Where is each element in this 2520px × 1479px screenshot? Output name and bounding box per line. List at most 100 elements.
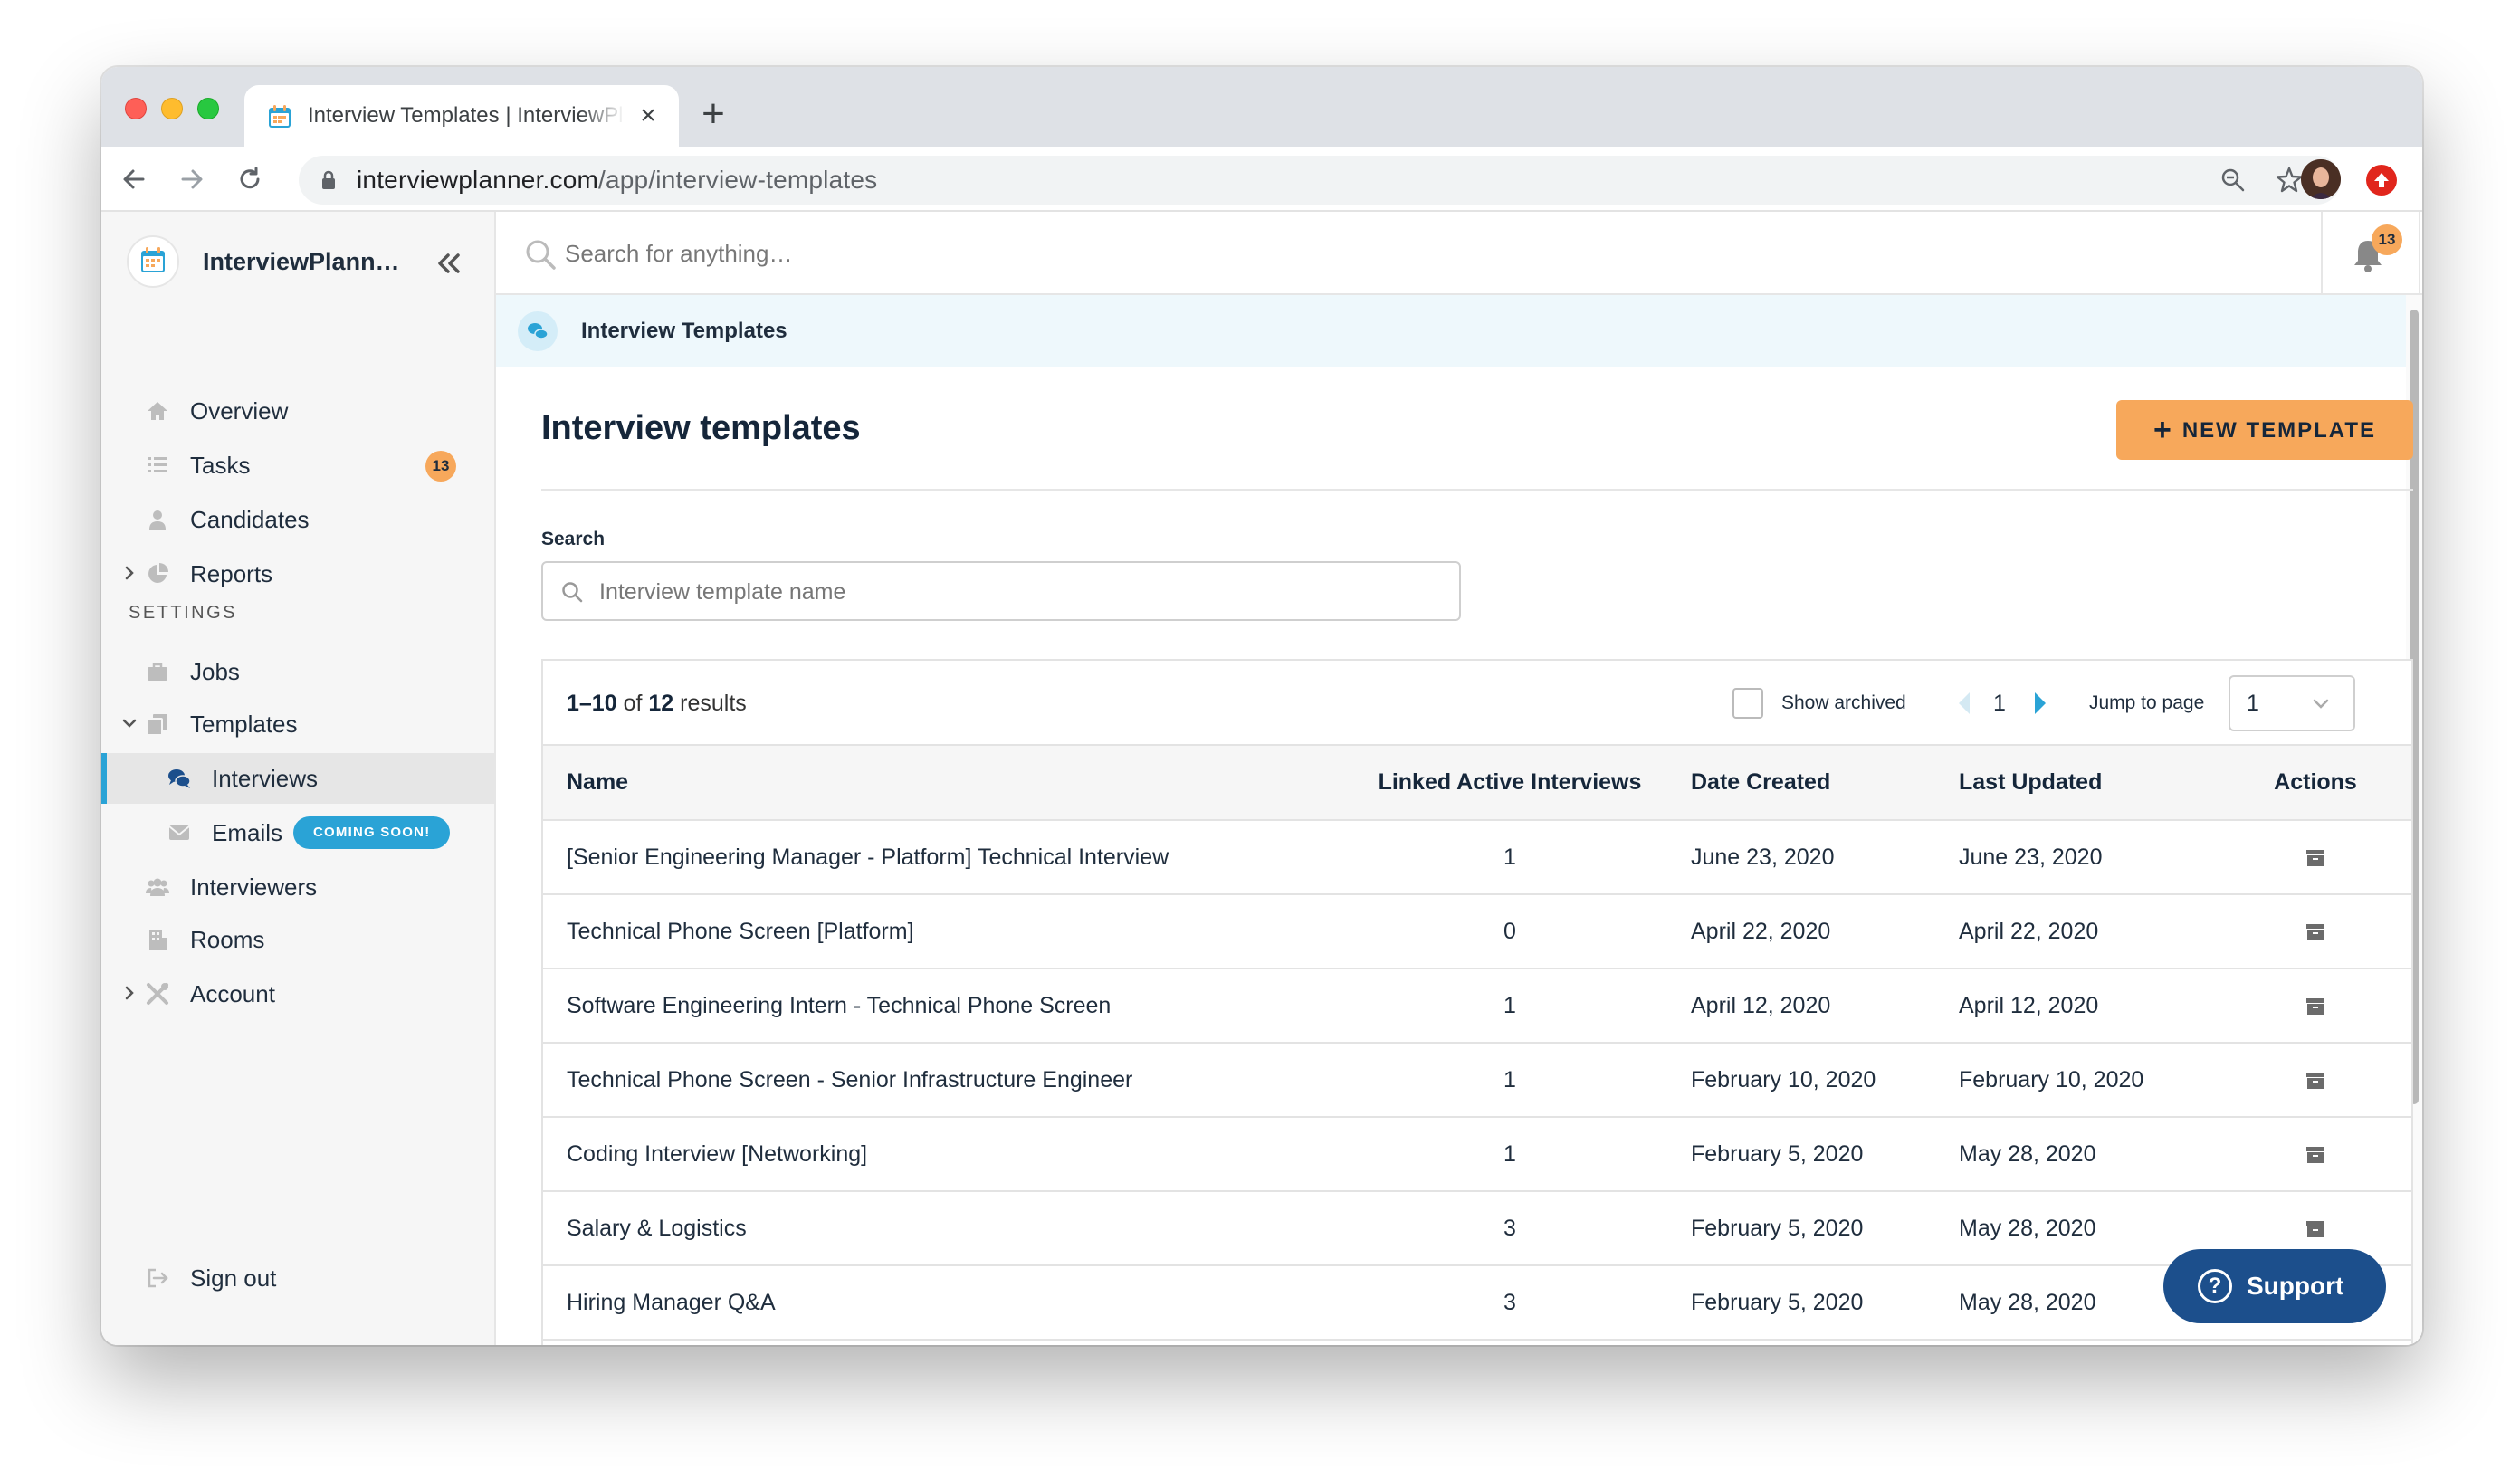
main-area: Search for anything… 13 PS Interview [496,212,2422,1345]
sidebar-item-interviewers[interactable]: Interviewers [101,862,494,912]
template-search-field[interactable] [541,561,1461,621]
template-name[interactable]: Coding Interview [Networking] [543,1117,1336,1192]
last-updated: April 22, 2020 [1952,894,2219,969]
jump-to-page-select[interactable]: 1 [2229,675,2355,731]
actions-cell [2219,820,2411,895]
archive-icon[interactable] [2305,922,2326,942]
bookmark-star-icon[interactable] [2274,165,2305,196]
date-created: February 5, 2020 [1684,1265,1952,1341]
previous-page-icon[interactable] [1955,690,1973,717]
calendar-favicon-icon [269,105,291,128]
template-name[interactable]: Software Engineering Intern - Technical … [543,969,1336,1044]
sidebar-item-reports[interactable]: Reports [101,549,494,599]
jump-to-page-value: 1 [2247,691,2259,716]
jump-to-page-label: Jump to page [2089,692,2205,713]
collapse-sidebar-icon[interactable] [433,248,463,279]
template-search-input[interactable] [599,570,1441,614]
maximize-window-button[interactable] [197,98,219,119]
column-header-name[interactable]: Name [543,746,1336,821]
actions-cell [2219,1117,2411,1192]
template-name[interactable]: Salary & Logistics [543,1191,1336,1266]
chevron-down-icon[interactable] [119,713,139,733]
archive-icon[interactable] [2305,1219,2326,1239]
column-header-linked[interactable]: Linked Active Interviews [1336,746,1684,821]
table-row[interactable]: Technical Phone Screen [Platform] 0 Apri… [543,894,2411,969]
extension-icon[interactable] [2366,165,2397,196]
calendar-logo-icon [141,247,165,272]
browser-profile-avatar[interactable] [2301,159,2341,199]
tools-icon [147,983,168,1005]
table-row[interactable]: Software Engineering Intern - Technical … [543,969,2411,1044]
linked-count: 3 [1336,1265,1684,1341]
linked-count: 0 [1336,894,1684,969]
forward-arrow-icon[interactable] [174,161,210,197]
new-template-button[interactable]: + NEW TEMPLATE [2116,400,2413,460]
linked-count: 1 [1336,820,1684,895]
template-name[interactable]: Technical Phone Screen - Senior Infrastr… [543,1043,1336,1118]
archive-icon[interactable] [2305,997,2326,1016]
template-name[interactable]: Technical Phone Screen [Platform] [543,894,1336,969]
table-header-row: Name Linked Active Interviews Date Creat… [543,746,2411,821]
sidebar-item-account[interactable]: Account [101,969,494,1019]
tab-close-icon[interactable]: × [634,101,663,130]
sidebar-item-interviews[interactable]: Interviews [101,753,494,804]
archive-icon[interactable] [2305,1145,2326,1165]
breadcrumb: Interview Templates [496,295,2406,367]
home-icon [148,402,167,420]
brand-name: InterviewPlann… [203,248,400,275]
building-icon [149,930,167,950]
support-button[interactable]: ? Support [2163,1249,2386,1323]
table-row[interactable]: [Senior Engineering Manager - Platform] … [543,820,2411,895]
table-row[interactable]: Salary & Logistics 3 February 5, 2020 Ma… [543,1191,2411,1266]
new-tab-button[interactable]: + [695,94,731,134]
chevron-right-icon[interactable] [119,563,139,583]
sidebar-item-tasks[interactable]: Tasks 13 [101,440,494,491]
results-range: 1–10 [567,691,617,716]
show-archived-checkbox[interactable] [1732,688,1763,719]
last-updated: February 10, 2020 [1952,1043,2219,1118]
mail-icon [168,825,190,840]
sidebar-item-rooms[interactable]: Rooms [101,914,494,965]
sidebar-item-candidates[interactable]: Candidates [101,494,494,545]
close-window-button[interactable] [125,98,147,119]
sign-out-icon [148,1268,168,1288]
breadcrumb-icon-wrap [518,311,558,351]
date-created: February 10, 2020 [1684,1043,1952,1118]
address-bar[interactable]: interviewplanner.com/app/interview-templ… [299,156,2341,205]
divider [541,489,2413,491]
linked-count: 1 [1336,1117,1684,1192]
tasks-count-badge: 13 [425,451,456,482]
breadcrumb-current[interactable]: Interview Templates [581,295,788,367]
sign-out-button[interactable]: Sign out [101,1253,494,1303]
last-updated: May 28, 2020 [1952,1117,2219,1192]
date-created: February 5, 2020 [1684,1117,1952,1192]
sidebar-item-label: Emails [212,819,283,846]
notification-count-badge: 13 [2372,224,2402,255]
table-row[interactable]: Hiring Manager Q&A 3 February 5, 2020 Ma… [543,1265,2411,1341]
column-header-last-updated[interactable]: Last Updated [1952,746,2219,821]
template-name[interactable]: Hiring Manager Q&A [543,1265,1336,1341]
show-archived-label[interactable]: Show archived [1781,661,1906,746]
minimize-window-button[interactable] [161,98,183,119]
template-name[interactable]: [Senior Engineering Manager - Platform] … [543,820,1336,895]
browser-tab[interactable]: Interview Templates | InterviewPlanner × [244,85,679,147]
column-header-date-created[interactable]: Date Created [1684,746,1952,821]
reload-icon[interactable] [232,161,268,197]
current-page-number: 1 [1993,691,2006,716]
next-page-icon[interactable] [2031,690,2049,717]
sidebar-item-jobs[interactable]: Jobs [101,646,494,697]
global-search-input[interactable]: Search for anything… [565,212,792,295]
linked-count: 3 [1336,1191,1684,1266]
sidebar-item-overview[interactable]: Overview [101,386,494,436]
table-row[interactable]: Technical Phone Screen - Senior Infrastr… [543,1043,2411,1118]
chevron-right-icon[interactable] [119,983,139,1003]
brand-logo [127,235,179,288]
zoom-icon[interactable] [2219,167,2247,194]
sidebar-item-templates[interactable]: Templates [101,699,494,749]
archive-icon[interactable] [2305,1071,2326,1091]
back-arrow-icon[interactable] [116,161,152,197]
table-row[interactable]: Coding Interview [Networking] 1 February… [543,1117,2411,1192]
archive-icon[interactable] [2305,848,2326,868]
sidebar-item-emails[interactable]: Emails COMING SOON! [101,807,494,858]
sidebar-item-label: Interviews [212,765,319,792]
